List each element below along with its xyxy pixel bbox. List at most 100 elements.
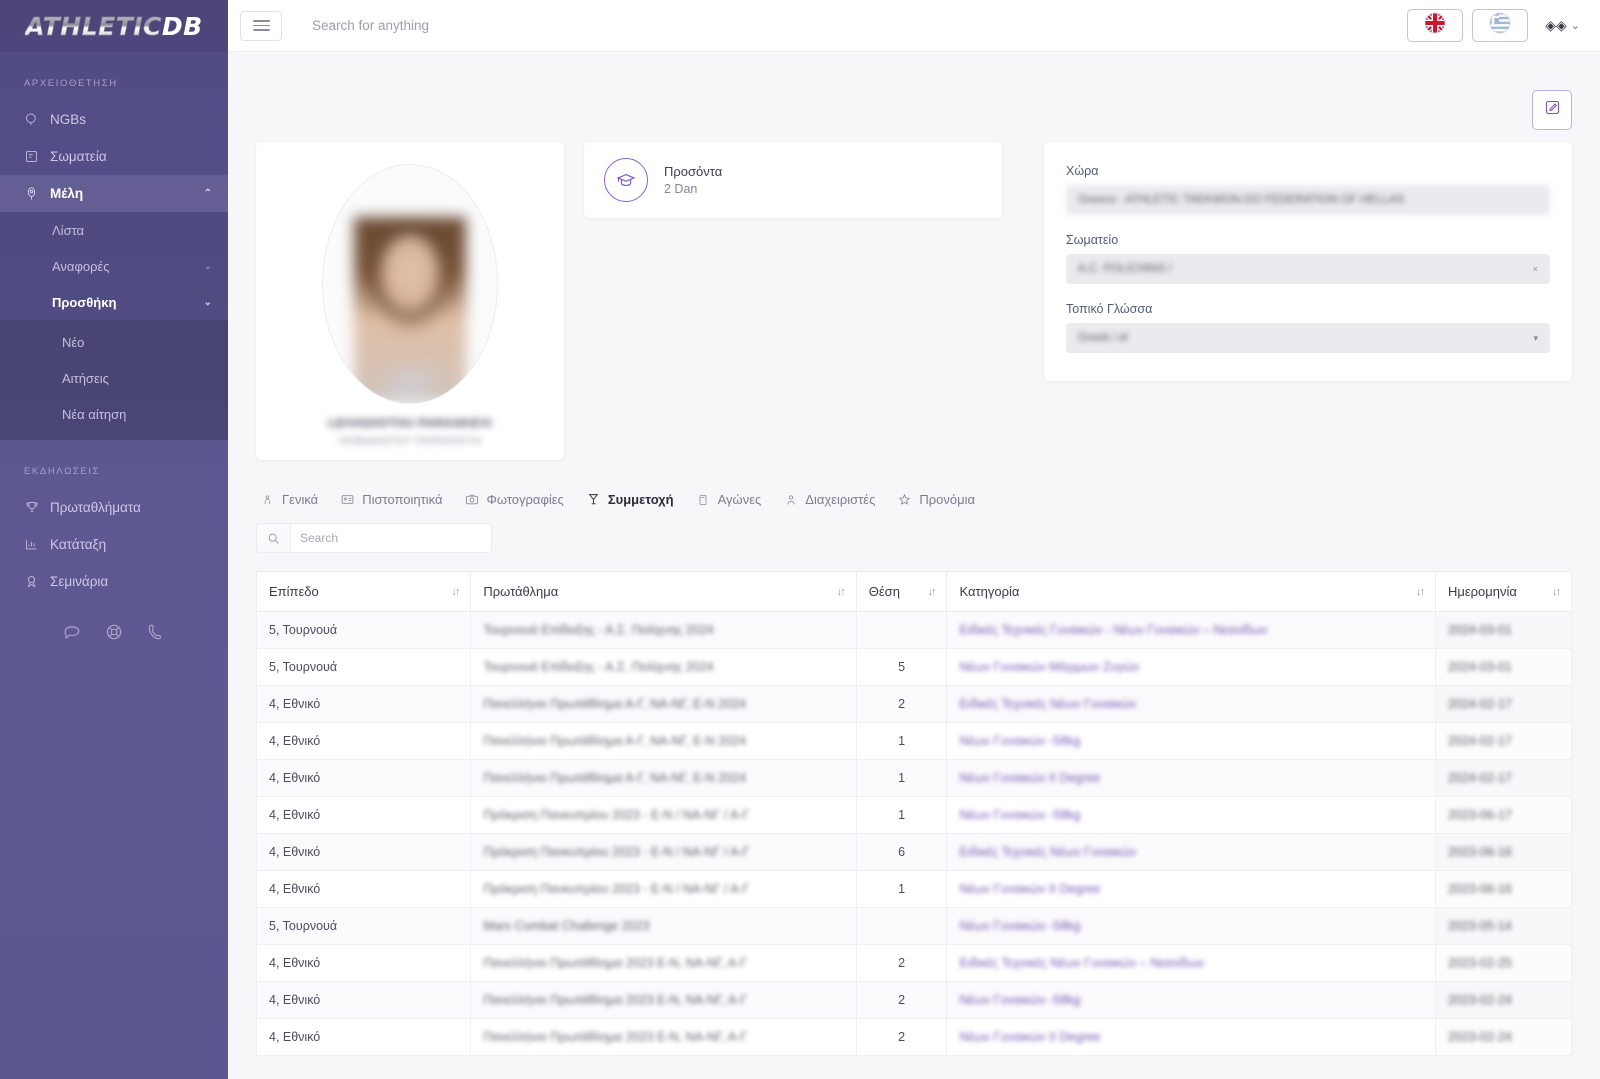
sort-icon[interactable]: ↓↑ [1552,586,1561,598]
sidebar-item-ranking[interactable]: Κατάταξη [0,526,228,563]
flag-greece-icon [1489,12,1511,39]
sort-icon[interactable]: ↓↑ [927,586,936,598]
table-row[interactable]: 4, Εθνικό Πρόκριση Πανκυπρίου 2023 - Ε-Ν … [255,833,1573,871]
column-header-category[interactable]: Κατηγορία ↓↑ [946,571,1436,612]
cell-category[interactable]: Νέων Γυναικών -58kg [946,907,1436,945]
tab-label: Αγώνες [717,492,762,507]
cell-position: 1 [855,722,948,760]
sidebar-item-ngbs[interactable]: NGBs [0,101,228,138]
table-row[interactable]: 5, Τουρνουά Τουρνουά Επίδειξης - Α.Σ. Πολ… [255,648,1573,686]
sidebar-subitem-reports[interactable]: Αναφορές ⌄ [0,248,228,284]
club-select[interactable]: A.C. POLICHNIS / × [1066,254,1550,284]
cell-category[interactable]: Νέων Γυναικών II Degree [946,759,1436,797]
cell-position: 2 [855,944,948,982]
chevron-down-icon: ⌄ [203,260,212,272]
sidebar-subitem-list[interactable]: Λίστα [0,212,228,248]
cell-category[interactable]: Ειδικές Τεχνικές Νέων Γυναικών [946,685,1436,723]
column-header-level[interactable]: Επίπεδο ↓↑ [255,571,472,612]
globe-icon [24,112,50,127]
user-menu[interactable]: ◈◈ ⌄ [1545,17,1580,34]
tab-label: Φωτογραφίες [486,492,564,507]
table-row[interactable]: 4, Εθνικό Πανελλήνιο Πρωτάθλημα Α-Γ, ΝΑ-Ν… [255,759,1573,797]
sidebar-submenu-add: Νέο Αιτήσεις Νέα αίτηση [0,320,228,440]
cell-category[interactable]: Νέων Γυναικών -58kg [946,796,1436,834]
cell-category[interactable]: Νέων Γυναικών II Degree [946,1018,1436,1056]
cell-category[interactable]: Ειδικές Τεχνικές Νέων Γυναικών [946,833,1436,871]
table-row[interactable]: 4, Εθνικό Πανελλήνιο Πρωτάθλημα 2023 Ε-Ν,… [255,981,1573,1019]
tab-photos[interactable]: Φωτογραφίες [465,492,564,507]
cell-category[interactable]: Ειδικές Τεχνικές Νέων Γυναικών – Νεανίδω… [946,944,1436,982]
table-row[interactable]: 5, Τουρνουά Τουρνουά Επίδειξης - Α.Σ. Πολ… [255,611,1573,649]
cell-position [855,611,948,649]
star-icon [897,492,912,507]
language-button-el[interactable] [1472,9,1529,42]
sort-icon[interactable]: ↓↑ [451,586,460,598]
sidebar-item-clubs[interactable]: Σωματεία [0,138,228,175]
sidebar-subitem-new[interactable]: Νέο [0,324,228,360]
table-row[interactable]: 4, Εθνικό Πανελλήνιο Πρωτάθλημα 2023 Ε-Ν,… [255,944,1573,982]
member-details-form: Χώρα Greece - ATHLETIC TAEKWON-DO FEDERA… [1044,142,1572,381]
table-row[interactable]: 4, Εθνικό Πανελλήνιο Πρωτάθλημα Α-Γ, ΝΑ-Ν… [255,722,1573,760]
sidebar-item-members[interactable]: Μέλη ⌃ [0,175,228,212]
table-row[interactable]: 5, Τουρνουά Mars Combat Challenge 2023 Νέω… [255,907,1573,945]
table-search[interactable] [256,523,492,553]
sidebar-item-seminars[interactable]: Σεμινάρια [0,563,228,600]
sidebar-subitem-label: Λίστα [52,222,85,238]
cell-level: 4, Εθνικό [255,1018,472,1056]
table-row[interactable]: 4, Εθνικό Πρόκριση Πανκυπρίου 2023 - Ε-Ν … [255,796,1573,834]
app-logo[interactable]: ATHLETICDB [0,0,228,52]
cell-position: 2 [855,685,948,723]
language-button-en[interactable] [1407,9,1464,42]
edit-button[interactable] [1532,90,1572,130]
person-icon [260,492,275,507]
sidebar-item-championships[interactable]: Πρωταθλήματα [0,489,228,526]
chevron-down-icon: ⌄ [203,296,212,308]
profile-cards-row: LEIVADIOTOU PARASKEVI ΛΕΙΒΑΔΙΩΤΟΥ ΠΑΡΑΣΚ… [256,142,1572,460]
column-header-date[interactable]: Ημερομηνία ↓↑ [1434,571,1573,612]
chat-icon[interactable] [62,622,82,642]
country-input[interactable]: Greece - ATHLETIC TAEKWON-DO FEDERATION … [1066,185,1550,215]
sidebar-subitem-add[interactable]: Προσθήκη ⌄ [0,284,228,320]
sidebar-subitem-new-application[interactable]: Νέα αίτηση [0,396,228,432]
sidebar-footer-icons [0,600,228,642]
building-icon [24,149,50,164]
tab-general[interactable]: Γενικά [260,492,318,507]
hamburger-icon[interactable] [240,10,282,41]
cell-championship: Πρόκριση Πανκυπρίου 2023 - Ε-Ν / ΝΑ-ΝΓ /… [470,796,857,834]
sidebar-subitem-applications[interactable]: Αιτήσεις [0,360,228,396]
cell-category[interactable]: Νέων Γυναικών Μάχιμων Ζυγών [946,648,1436,686]
global-search-input[interactable] [312,18,732,33]
lifebuoy-icon[interactable] [104,622,124,642]
cell-category[interactable]: Νέων Γυναικών II Degree [946,870,1436,908]
cell-date: 2024-03-01 [1434,611,1573,649]
table-row[interactable]: 4, Εθνικό Πρόκριση Πανκυπρίου 2023 - Ε-Ν … [255,870,1573,908]
tab-certificates[interactable]: Πιστοποιητικά [340,492,443,507]
cell-category[interactable]: Ειδικές Τεχνικές Γυναικών - Νέων Γυναικώ… [946,611,1436,649]
column-header-position[interactable]: Θέση ↓↑ [855,571,948,612]
sidebar-subitem-label: Προσθήκη [52,294,117,310]
table-row[interactable]: 4, Εθνικό Πανελλήνιο Πρωτάθλημα 2023 Ε-Ν,… [255,1018,1573,1056]
table-row[interactable]: 4, Εθνικό Πανελλήνιο Πρωτάθλημα Α-Γ, ΝΑ-Ν… [255,685,1573,723]
cell-position: 5 [855,648,948,686]
table-search-input[interactable] [291,531,491,545]
cell-position: 1 [855,759,948,797]
sort-icon[interactable]: ↓↑ [1416,586,1425,598]
logo-text-secondary: DB [161,11,203,41]
participation-table: Επίπεδο ↓↑ Πρωτάθλημα ↓↑ Θέση ↓↑ Κατηγορία ↓… [255,571,1573,1056]
tab-administrators[interactable]: Διαχειριστές [783,492,875,507]
tab-privileges[interactable]: Προνόμια [897,492,975,507]
sort-icon[interactable]: ↓↑ [837,586,846,598]
cell-category[interactable]: Νέων Γυναικών -58kg [946,981,1436,1019]
locale-select[interactable]: Greek / el ▾ [1066,323,1550,353]
profile-tabs: Γενικά Πιστοποιητικά Φωτογραφίες Συμμετο… [256,492,1572,507]
edit-toolbar [256,52,1572,130]
column-header-championship[interactable]: Πρωτάθλημα ↓↑ [470,571,857,612]
tab-participation[interactable]: Συμμετοχή [586,492,674,507]
phone-icon[interactable] [146,622,166,642]
cell-category[interactable]: Νέων Γυναικών -58kg [946,722,1436,760]
cell-position: 2 [855,1018,948,1056]
tab-matches[interactable]: Αγώνες [696,492,762,507]
user-icon [783,492,798,507]
cell-date: 2024-03-01 [1434,648,1573,686]
clear-icon[interactable]: × [1533,264,1538,274]
